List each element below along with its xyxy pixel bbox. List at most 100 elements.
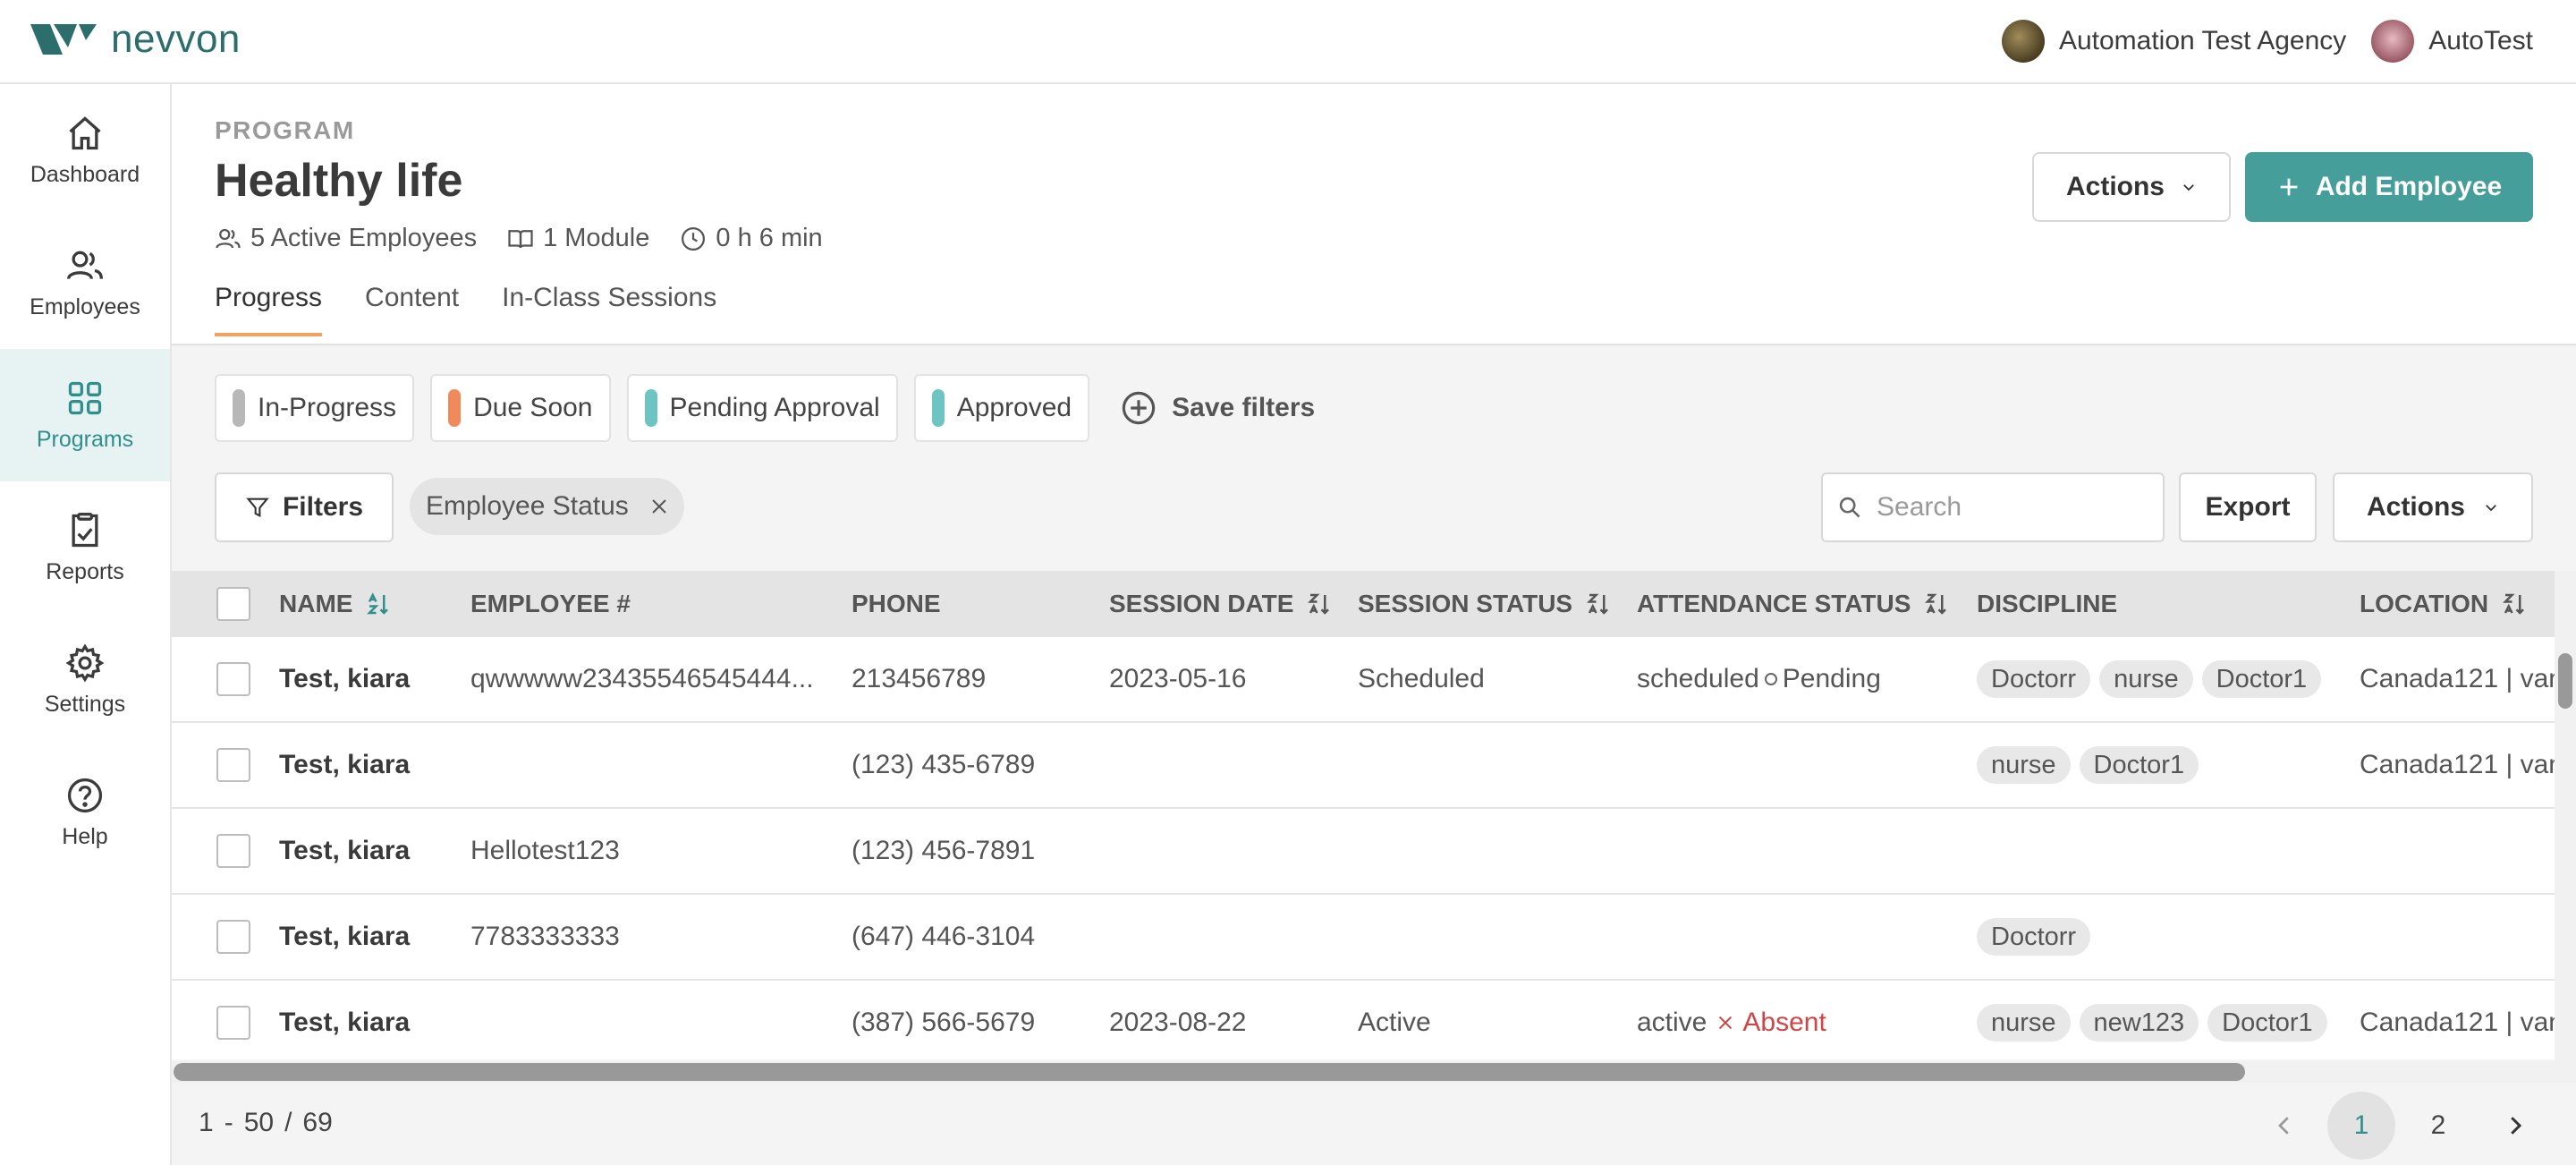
sidebar-item-label: Dashboard — [30, 161, 140, 187]
row-checkbox[interactable] — [216, 662, 250, 696]
discipline-tag: Doctor1 — [2079, 746, 2199, 784]
select-all-checkbox[interactable] — [216, 587, 250, 621]
table-actions-button[interactable]: Actions — [2333, 472, 2533, 542]
clock-icon — [682, 226, 706, 251]
employee-number: Hellotest123 — [470, 836, 620, 865]
next-page-button[interactable] — [2481, 1092, 2549, 1160]
chevron-right-icon — [2511, 1117, 2522, 1135]
sidebar-item-reports[interactable]: Reports — [0, 481, 170, 614]
location — [2360, 809, 2555, 893]
active-employees-count: 5 Active Employees — [215, 224, 477, 253]
column-header-location[interactable]: LOCATION — [2360, 571, 2528, 637]
users-icon — [216, 228, 241, 248]
add-employee-button[interactable]: Add Employee — [2245, 152, 2533, 222]
sidebar-item-dashboard[interactable]: Dashboard — [0, 84, 170, 217]
tab-in-class-sessions[interactable]: In-Class Sessions — [502, 283, 716, 336]
vertical-scrollbar-thumb[interactable] — [2558, 653, 2572, 709]
sidebar: Dashboard Employees Programs Reports Set… — [0, 84, 172, 1165]
chip-label: Due Soon — [473, 393, 593, 422]
page-1-button[interactable]: 1 — [2327, 1092, 2395, 1160]
session-status: Scheduled — [1358, 664, 1485, 693]
table-row[interactable]: Test, kiara 7783333333 (647) 446-3104 Docto… — [172, 895, 2555, 981]
close-icon[interactable] — [648, 496, 670, 517]
chip-approved[interactable]: Approved — [913, 374, 1090, 442]
table-row[interactable]: Test, kiara qwwwww23435546545444... 213456… — [172, 637, 2555, 723]
sort-icon — [1587, 593, 1608, 615]
sidebar-item-label: Reports — [46, 558, 124, 584]
vertical-scrollbar[interactable] — [2555, 571, 2576, 1083]
row-checkbox[interactable] — [216, 920, 250, 954]
search-field[interactable] — [1821, 472, 2165, 542]
session-date: 2023-05-16 — [1109, 664, 1247, 693]
column-header-label: NAME — [279, 590, 353, 617]
filters-button[interactable]: Filters — [215, 472, 394, 542]
chevron-down-icon — [2183, 184, 2194, 191]
column-header-name[interactable]: NAME — [279, 571, 392, 637]
export-button[interactable]: Export — [2179, 472, 2317, 542]
agency-switcher[interactable]: Automation Test Agency — [2001, 20, 2347, 63]
chip-due-soon[interactable]: Due Soon — [430, 374, 611, 442]
discipline-tag: Doctorr — [1977, 918, 2091, 956]
table-row[interactable]: Test, kiara Hellotest123 (123) 456-7891 — [172, 809, 2555, 895]
active-filter-label: Employee Status — [426, 491, 629, 521]
sidebar-item-help[interactable]: Help — [0, 746, 170, 879]
discipline-tag: nurse — [1977, 1004, 2071, 1042]
sidebar-item-label: Programs — [36, 426, 134, 452]
chip-label: In-Progress — [258, 393, 397, 422]
tab-content[interactable]: Content — [365, 283, 459, 336]
sidebar-item-programs[interactable]: Programs — [0, 349, 170, 481]
horizontal-scrollbar[interactable] — [172, 1061, 2555, 1083]
pending-icon — [1764, 673, 1777, 685]
users-icon — [67, 251, 103, 279]
nevvon-logo[interactable]: nevvon — [27, 17, 241, 61]
page-2-button[interactable]: 2 — [2404, 1092, 2472, 1160]
sidebar-item-employees[interactable]: Employees — [0, 217, 170, 349]
header-actions-button[interactable]: Actions — [2032, 152, 2231, 222]
range-start: 1 — [199, 1108, 214, 1137]
discipline-tags — [1977, 809, 2352, 893]
attendance-flag: Pending — [1782, 664, 1881, 693]
add-employee-label: Add Employee — [2315, 172, 2503, 201]
table-row[interactable]: Test, kiara (387) 566-5679 2023-08-22 Activ… — [172, 981, 2555, 1059]
horizontal-scrollbar-thumb[interactable] — [174, 1063, 2245, 1081]
row-checkbox[interactable] — [216, 1006, 250, 1040]
session-date — [1109, 723, 1342, 807]
session-date — [1109, 895, 1342, 979]
attendance-value: scheduled — [1637, 664, 1759, 693]
chip-color-bar — [644, 389, 657, 427]
chip-label: Approved — [956, 393, 1072, 422]
table-row[interactable]: Test, kiara (123) 435-6789 nurse Doctor1 Can… — [172, 723, 2555, 809]
attendance-status — [1637, 723, 1968, 807]
column-header-session-date[interactable]: SESSION DATE — [1109, 571, 1333, 637]
user-menu[interactable]: AutoTest — [2371, 20, 2533, 63]
agency-avatar — [2001, 20, 2045, 63]
row-checkbox[interactable] — [216, 834, 250, 868]
prev-page-button[interactable] — [2250, 1092, 2318, 1160]
agency-name: Automation Test Agency — [2058, 26, 2347, 55]
chip-pending-approval[interactable]: Pending Approval — [626, 374, 898, 442]
column-header-discipline: DISCIPLINE — [1977, 590, 2118, 617]
session-status — [1358, 809, 1626, 893]
row-checkbox[interactable] — [216, 748, 250, 782]
program-meta: 5 Active Employees 1 Module 0 h 6 min — [215, 224, 823, 253]
absent-badge: Absent — [1716, 1008, 1826, 1038]
session-date: 2023-08-22 — [1109, 1008, 1247, 1037]
user-name: AutoTest — [2428, 26, 2533, 55]
employee-name: Test, kiara — [279, 836, 411, 865]
plus-circle-icon — [1122, 391, 1156, 425]
discipline-tag: new123 — [2079, 1004, 2199, 1042]
column-header-label: ATTENDANCE STATUS — [1637, 590, 1911, 617]
employees-table: NAME EMPLOYEE # PHONE SESSION DATE SESSI… — [172, 571, 2555, 1059]
user-avatar — [2371, 20, 2415, 63]
sidebar-item-settings[interactable]: Settings — [0, 614, 170, 746]
chip-color-bar — [931, 389, 945, 427]
column-header-attendance-status[interactable]: ATTENDANCE STATUS — [1637, 571, 1950, 637]
tab-progress[interactable]: Progress — [215, 283, 323, 336]
chevron-down-icon — [2486, 505, 2496, 512]
search-input[interactable] — [1877, 492, 2145, 523]
chip-in-progress[interactable]: In-Progress — [215, 374, 415, 442]
column-header-session-status[interactable]: SESSION STATUS — [1358, 571, 1612, 637]
main-content: PROGRAM Healthy life 5 Active Employees … — [172, 84, 2576, 1165]
save-filters-button[interactable]: Save filters — [1120, 389, 1315, 427]
plus-icon — [2280, 178, 2298, 196]
